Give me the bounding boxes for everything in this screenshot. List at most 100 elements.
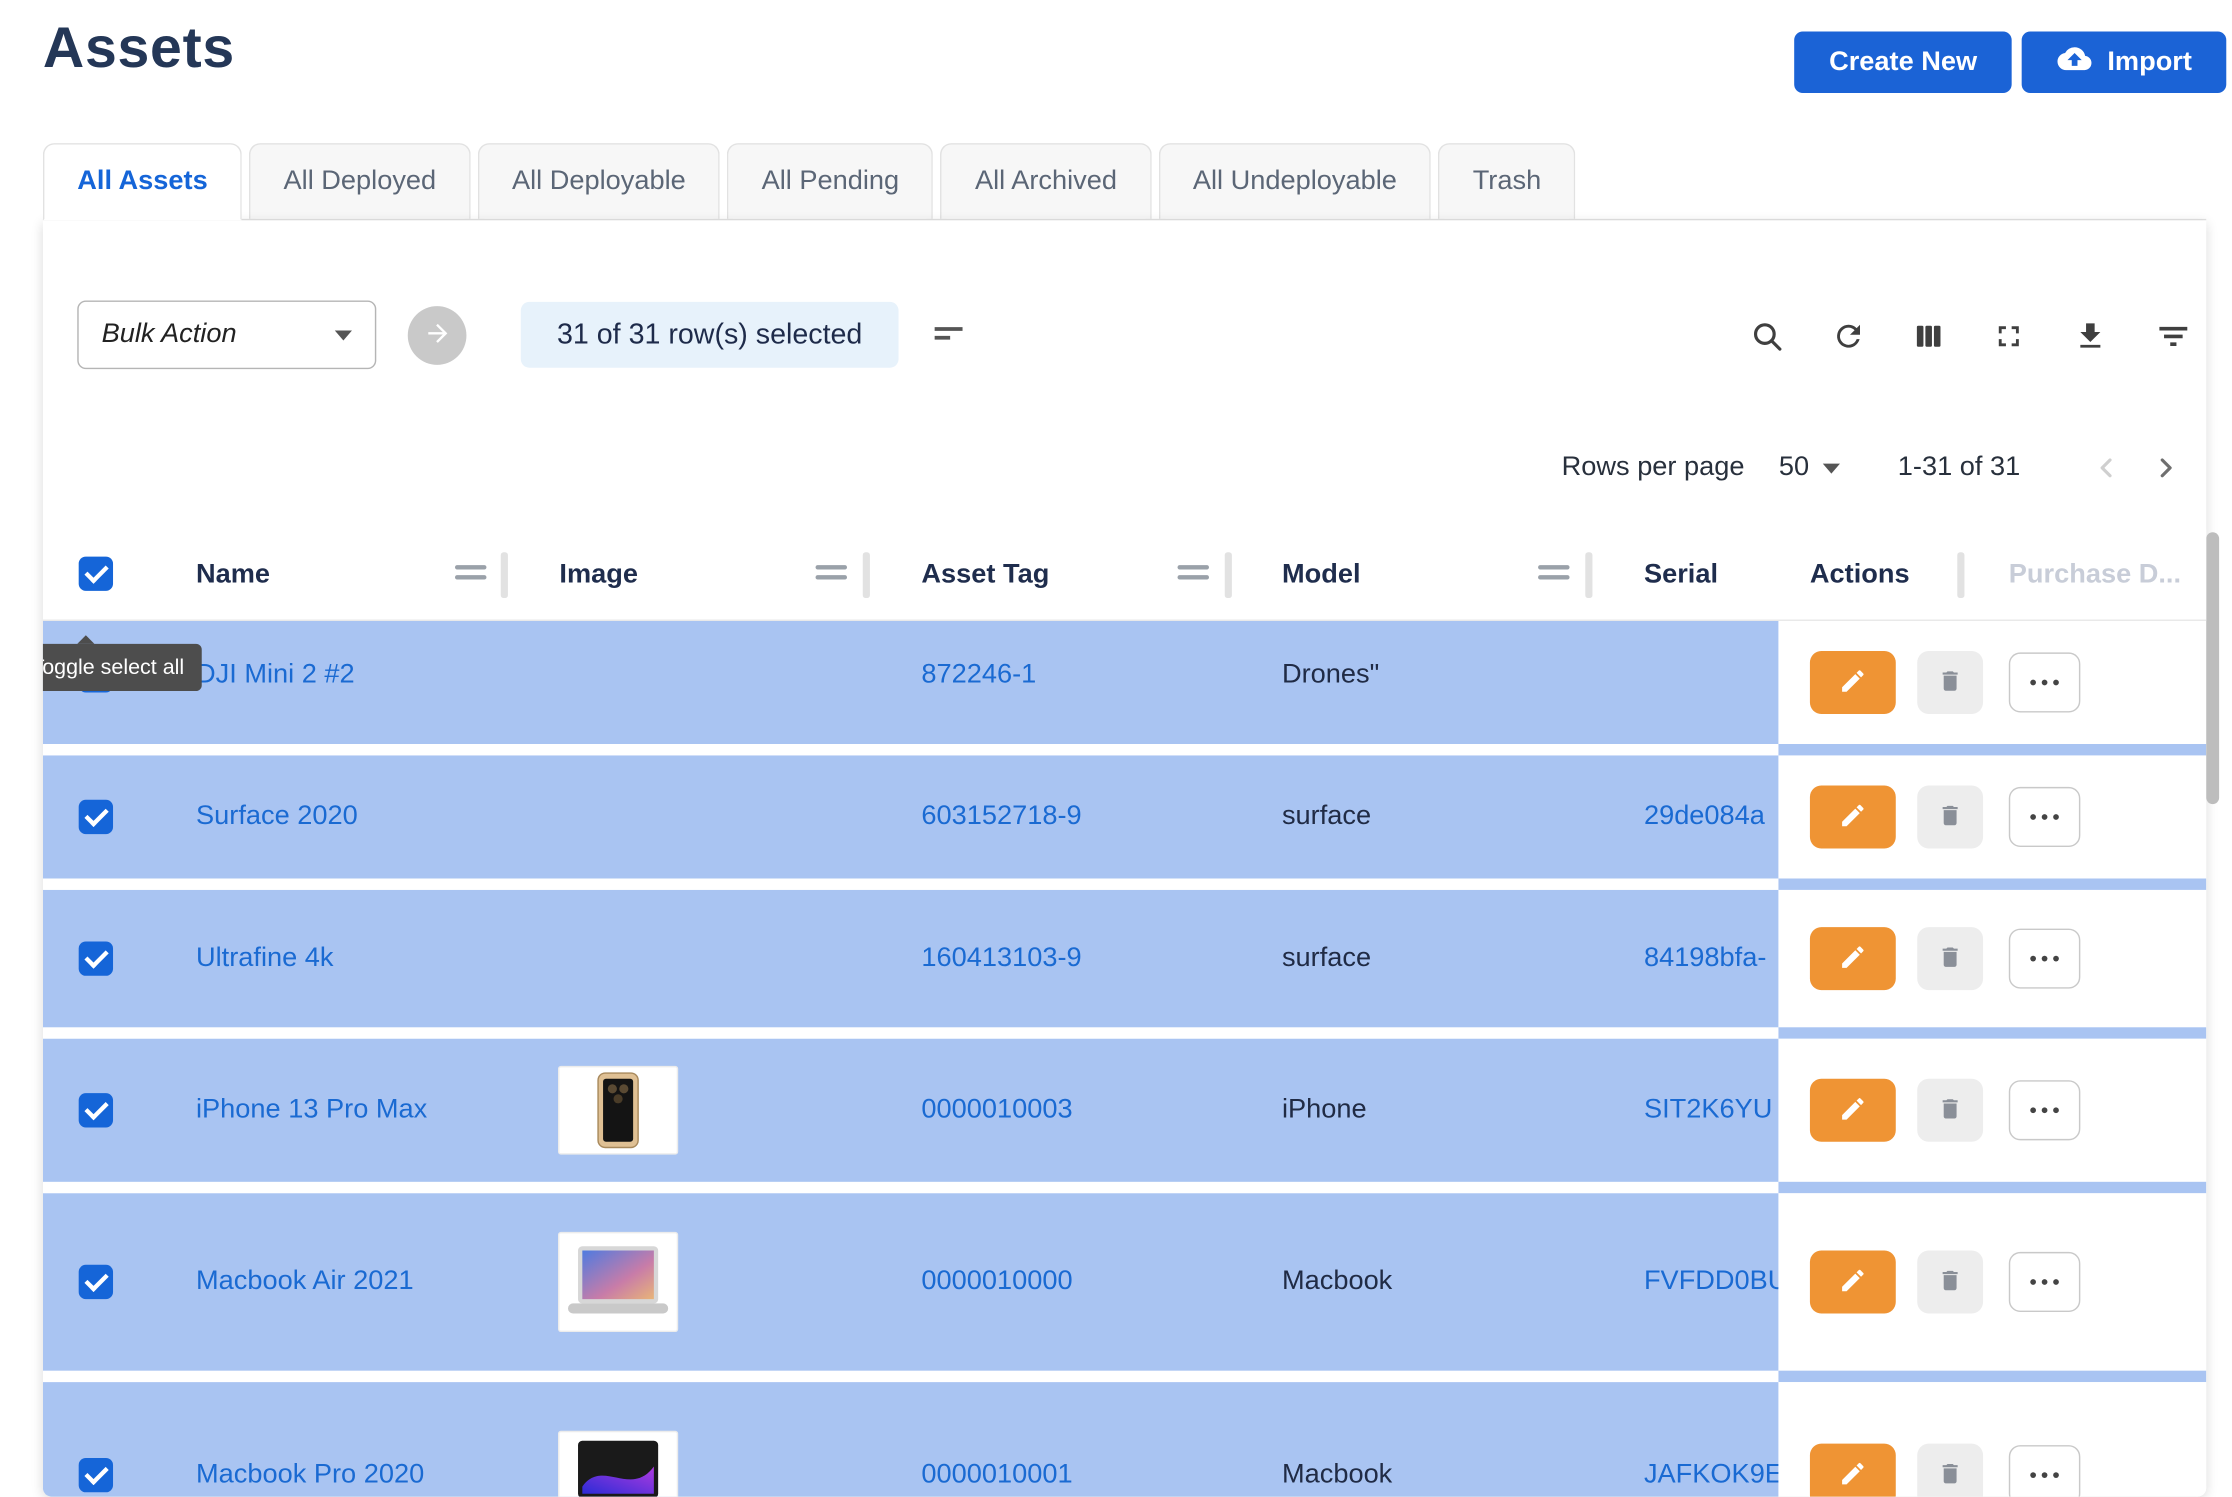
- pencil-icon: [1839, 1266, 1868, 1299]
- asset-serial-link[interactable]: SIT2K6YU: [1644, 1095, 1778, 1126]
- edit-button[interactable]: [1810, 927, 1896, 990]
- delete-button[interactable]: [1917, 1079, 1983, 1142]
- vertical-scrollbar[interactable]: [2206, 532, 2219, 804]
- row-checkbox[interactable]: [79, 800, 113, 834]
- column-resize-handle[interactable]: [1585, 552, 1592, 598]
- asset-serial-link[interactable]: JAFKOK9E: [1644, 1459, 1778, 1490]
- asset-serial-link[interactable]: 84198bfa-: [1644, 943, 1778, 974]
- search-icon[interactable]: [1750, 319, 1784, 353]
- toggle-select-all-tooltip: Toggle select all: [43, 644, 201, 691]
- delete-button[interactable]: [1917, 1250, 1983, 1313]
- row-gap: [1778, 744, 2206, 755]
- bulk-action-go-button[interactable]: [408, 306, 467, 365]
- sort-icon[interactable]: [930, 315, 967, 356]
- asset-tag-link[interactable]: 0000010001: [921, 1459, 1072, 1490]
- asset-tag-link[interactable]: 872246-1: [921, 659, 1036, 690]
- bulk-action-select[interactable]: Bulk Action: [77, 300, 376, 369]
- tab-all-undeployable[interactable]: All Undeployable: [1159, 143, 1432, 219]
- row-gap: [1778, 878, 2206, 889]
- tab-all-assets[interactable]: All Assets: [43, 143, 242, 220]
- tab-all-deployed[interactable]: All Deployed: [249, 143, 470, 219]
- asset-name-link[interactable]: Ultrafine 4k: [196, 943, 334, 974]
- asset-serial-link[interactable]: FVFDD0BU: [1644, 1266, 1778, 1297]
- column-resize-handle[interactable]: [1957, 552, 1964, 598]
- row-actions-panel: [1778, 621, 2206, 744]
- fullscreen-icon[interactable]: [1992, 319, 2026, 353]
- edit-button[interactable]: [1810, 651, 1896, 714]
- asset-image-thumbnail[interactable]: [558, 1232, 678, 1332]
- delete-button[interactable]: [1917, 785, 1983, 848]
- asset-tag-link[interactable]: 603152718-9: [921, 801, 1081, 832]
- asset-serial-link[interactable]: 29de084a: [1644, 801, 1778, 832]
- asset-name-link[interactable]: Surface 2020: [196, 801, 358, 832]
- column-drag-handle[interactable]: [816, 565, 847, 585]
- row-actions-panel: [1778, 755, 2206, 878]
- row-checkbox[interactable]: [79, 1458, 113, 1492]
- pencil-icon: [1839, 666, 1868, 699]
- bulk-action-placeholder: Bulk Action: [102, 319, 237, 350]
- tab-all-pending[interactable]: All Pending: [727, 143, 933, 219]
- asset-model-text: Macbook: [1282, 1459, 1392, 1490]
- actions-header-panel: Actions Purchase D...: [1778, 529, 2206, 619]
- column-header-purchase-date: Purchase D...: [2009, 529, 2181, 619]
- asset-name-link[interactable]: Macbook Air 2021: [196, 1266, 414, 1297]
- row-checkbox[interactable]: [79, 1265, 113, 1299]
- next-page-button[interactable]: [2146, 448, 2186, 488]
- pagination-range: 1-31 of 31: [1898, 452, 2020, 483]
- import-button[interactable]: Import: [2022, 31, 2227, 93]
- assets-table-card: Bulk Action 31 of 31 row(s) selected Row…: [43, 220, 2206, 1496]
- row-checkbox[interactable]: [79, 1093, 113, 1127]
- columns-icon[interactable]: [1913, 320, 1944, 351]
- tab-all-deployable[interactable]: All Deployable: [478, 143, 720, 219]
- iphone-image: [597, 1072, 640, 1149]
- table-row: Macbook Pro 2020 0000010001 Macbook JAFK…: [43, 1382, 2206, 1496]
- asset-tag-link[interactable]: 0000010000: [921, 1266, 1072, 1297]
- more-actions-button[interactable]: [2009, 787, 2081, 847]
- refresh-icon[interactable]: [1831, 319, 1865, 353]
- column-drag-handle[interactable]: [1538, 565, 1569, 585]
- row-gap: [1778, 1182, 2206, 1193]
- column-resize-handle[interactable]: [863, 552, 870, 598]
- asset-name-link[interactable]: DJI Mini 2 #2: [196, 659, 355, 690]
- column-drag-handle[interactable]: [1178, 565, 1209, 585]
- delete-button[interactable]: [1917, 651, 1983, 714]
- column-resize-handle[interactable]: [1225, 552, 1232, 598]
- more-actions-button[interactable]: [2009, 1080, 2081, 1140]
- column-drag-handle[interactable]: [455, 565, 486, 585]
- row-checkbox[interactable]: [79, 941, 113, 975]
- asset-name-link[interactable]: Macbook Pro 2020: [196, 1459, 424, 1490]
- download-icon[interactable]: [2073, 319, 2107, 353]
- import-label: Import: [2107, 46, 2192, 77]
- asset-model-text: Drones": [1282, 659, 1379, 690]
- selection-count-badge: 31 of 31 row(s) selected: [521, 302, 899, 368]
- row-gap: [1778, 1027, 2206, 1038]
- edit-button[interactable]: [1810, 785, 1896, 848]
- delete-button[interactable]: [1917, 927, 1983, 990]
- asset-tag-link[interactable]: 160413103-9: [921, 943, 1081, 974]
- macbook-pro-image: [565, 1438, 671, 1497]
- asset-image-thumbnail[interactable]: [558, 1431, 678, 1497]
- asset-image-thumbnail[interactable]: [558, 1066, 678, 1155]
- cloud-upload-icon: [2056, 42, 2093, 82]
- tab-trash[interactable]: Trash: [1438, 143, 1575, 219]
- rows-per-page-select[interactable]: 50: [1779, 452, 1841, 483]
- create-new-button[interactable]: Create New: [1795, 31, 2012, 93]
- previous-page-button[interactable]: [2086, 448, 2126, 488]
- arrow-right-icon: [423, 319, 452, 352]
- filter-icon[interactable]: [2155, 318, 2192, 355]
- more-actions-button[interactable]: [2009, 929, 2081, 989]
- asset-tag-link[interactable]: 0000010003: [921, 1095, 1072, 1126]
- tab-all-archived[interactable]: All Archived: [941, 143, 1152, 219]
- more-actions-button[interactable]: [2009, 1252, 2081, 1312]
- select-all-checkbox[interactable]: [79, 557, 113, 591]
- chevron-down-icon: [1823, 463, 1840, 473]
- edit-button[interactable]: [1810, 1079, 1896, 1142]
- more-actions-button[interactable]: [2009, 1445, 2081, 1497]
- column-resize-handle[interactable]: [501, 552, 508, 598]
- trash-icon: [1937, 1459, 1963, 1492]
- delete-button[interactable]: [1917, 1444, 1983, 1497]
- more-actions-button[interactable]: [2009, 652, 2081, 712]
- edit-button[interactable]: [1810, 1250, 1896, 1313]
- asset-name-link[interactable]: iPhone 13 Pro Max: [196, 1095, 427, 1126]
- edit-button[interactable]: [1810, 1444, 1896, 1497]
